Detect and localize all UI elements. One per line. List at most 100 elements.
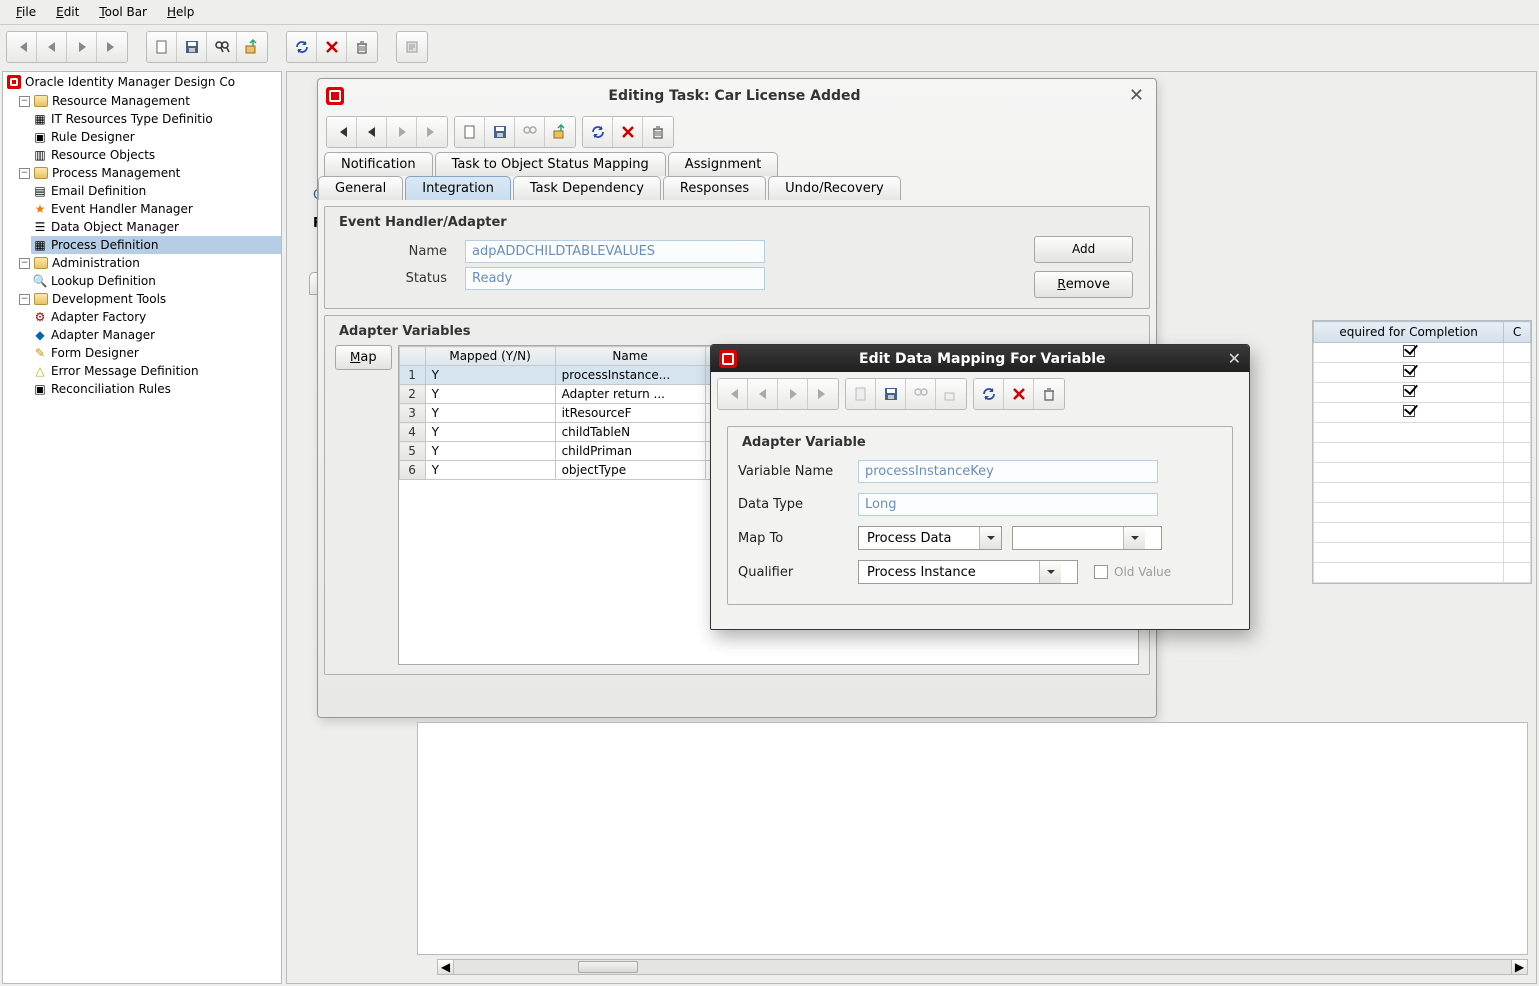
expander-icon[interactable]: − <box>19 258 30 269</box>
map-to-combo-2[interactable] <box>1012 526 1162 550</box>
col-name[interactable]: Name <box>555 347 705 366</box>
tab-notification[interactable]: Notification <box>324 152 433 176</box>
new-button[interactable] <box>147 32 177 62</box>
nav-next-button[interactable] <box>67 32 97 62</box>
notes-button[interactable] <box>397 32 427 62</box>
nav-tree[interactable]: Oracle Identity Manager Design Co −Resou… <box>2 71 282 984</box>
expander-icon[interactable]: − <box>19 168 30 179</box>
nav-last-button[interactable] <box>808 379 838 409</box>
qualifier-combo[interactable]: Process Instance <box>858 560 1078 584</box>
scroll-left-icon[interactable]: ◀ <box>438 960 454 974</box>
chevron-down-icon[interactable] <box>979 527 1001 549</box>
scroll-thumb[interactable] <box>578 961 638 973</box>
trash-button[interactable] <box>643 117 673 147</box>
new-button[interactable] <box>846 379 876 409</box>
refresh-button[interactable] <box>583 117 613 147</box>
map-button[interactable]: Map <box>335 345 392 370</box>
menu-bar[interactable]: FFileile Edit Tool Bar Help <box>0 0 1539 25</box>
find-button[interactable] <box>207 32 237 62</box>
node-adapter-manager[interactable]: Adapter Manager <box>51 328 155 342</box>
menu-file[interactable]: FFileile <box>6 2 46 22</box>
nav-prev-button[interactable] <box>37 32 67 62</box>
trash-button[interactable] <box>347 32 377 62</box>
horizontal-scrollbar[interactable]: ◀ ▶ <box>437 959 1528 975</box>
tab-task-object-status[interactable]: Task to Object Status Mapping <box>435 152 666 176</box>
nav-last-button[interactable] <box>97 32 127 62</box>
col-c[interactable]: C <box>1504 322 1531 343</box>
tab-responses[interactable]: Responses <box>663 176 766 200</box>
nav-first-button[interactable] <box>718 379 748 409</box>
refresh-button[interactable] <box>287 32 317 62</box>
node-it-resources[interactable]: IT Resources Type Definitio <box>51 112 213 126</box>
checkbox-checked-icon[interactable] <box>1403 405 1415 417</box>
map-to-combo[interactable]: Process Data <box>858 526 1002 550</box>
delete-button[interactable] <box>1004 379 1034 409</box>
export-button[interactable] <box>237 32 267 62</box>
scroll-right-icon[interactable]: ▶ <box>1511 960 1527 974</box>
checkbox-checked-icon[interactable] <box>1403 345 1415 357</box>
find-button[interactable] <box>515 117 545 147</box>
data-type-input[interactable] <box>858 493 1158 516</box>
expander-icon[interactable]: − <box>19 294 30 305</box>
trash-button[interactable] <box>1034 379 1064 409</box>
chevron-down-icon[interactable] <box>1123 527 1145 549</box>
node-form-designer[interactable]: Form Designer <box>51 346 139 360</box>
export-button[interactable] <box>545 117 575 147</box>
nav-next-button[interactable] <box>778 379 808 409</box>
expander-icon[interactable]: − <box>19 96 30 107</box>
save-button[interactable] <box>876 379 906 409</box>
save-button[interactable] <box>177 32 207 62</box>
refresh-button[interactable] <box>974 379 1004 409</box>
nav-first-button[interactable] <box>7 32 37 62</box>
nav-prev-button[interactable] <box>357 117 387 147</box>
tab-general[interactable]: General <box>318 176 403 200</box>
menu-edit[interactable]: Edit <box>46 2 89 22</box>
dialog-titlebar[interactable]: Edit Data Mapping For Variable ✕ <box>711 345 1249 372</box>
tab-task-dependency[interactable]: Task Dependency <box>513 176 661 200</box>
tab-undo-recovery[interactable]: Undo/Recovery <box>768 176 901 200</box>
tab-integration[interactable]: Integration <box>405 176 511 200</box>
adapter-status-input[interactable] <box>465 267 765 290</box>
new-button[interactable] <box>455 117 485 147</box>
node-rule-designer[interactable]: Rule Designer <box>51 130 135 144</box>
delete-button[interactable] <box>613 117 643 147</box>
node-process-management[interactable]: Process Management <box>52 166 180 180</box>
node-lookup-definition[interactable]: Lookup Definition <box>51 274 156 288</box>
checkbox-checked-icon[interactable] <box>1403 385 1415 397</box>
node-process-definition[interactable]: Process Definition <box>51 238 158 252</box>
col-mapped[interactable]: Mapped (Y/N) <box>425 347 555 366</box>
nav-next-button[interactable] <box>387 117 417 147</box>
find-button[interactable] <box>906 379 936 409</box>
menu-toolbar[interactable]: Tool Bar <box>89 2 157 22</box>
adapter-name-input[interactable] <box>465 240 765 263</box>
old-value-checkbox[interactable] <box>1094 565 1108 579</box>
tab-assignment[interactable]: Assignment <box>668 152 779 176</box>
checkbox-checked-icon[interactable] <box>1403 365 1415 377</box>
nav-prev-button[interactable] <box>748 379 778 409</box>
save-button[interactable] <box>485 117 515 147</box>
node-email-definition[interactable]: Email Definition <box>51 184 146 198</box>
node-reconciliation[interactable]: Reconciliation Rules <box>51 382 171 396</box>
node-resource-objects[interactable]: Resource Objects <box>51 148 155 162</box>
node-dev-tools[interactable]: Development Tools <box>52 292 166 306</box>
grid-icon: ▦ <box>33 112 47 126</box>
delete-button[interactable] <box>317 32 347 62</box>
variable-name-input[interactable] <box>858 460 1158 483</box>
node-event-handler[interactable]: Event Handler Manager <box>51 202 193 216</box>
dialog-close-button[interactable]: ✕ <box>1228 349 1241 368</box>
window-titlebar[interactable]: Editing Task: Car License Added ✕ <box>318 79 1156 112</box>
node-error-message[interactable]: Error Message Definition <box>51 364 199 378</box>
remove-adapter-button[interactable]: Remove <box>1034 271 1133 298</box>
export-button[interactable] <box>936 379 966 409</box>
menu-help[interactable]: Help <box>157 2 204 22</box>
node-adapter-factory[interactable]: Adapter Factory <box>51 310 146 324</box>
close-button[interactable]: ✕ <box>1125 85 1148 106</box>
node-resource-management[interactable]: Resource Management <box>52 94 190 108</box>
add-adapter-button[interactable]: Add <box>1034 236 1133 263</box>
col-required[interactable]: equired for Completion <box>1314 322 1504 343</box>
chevron-down-icon[interactable] <box>1039 561 1061 583</box>
node-administration[interactable]: Administration <box>52 256 140 270</box>
nav-first-button[interactable] <box>327 117 357 147</box>
node-data-object[interactable]: Data Object Manager <box>51 220 179 234</box>
nav-last-button[interactable] <box>417 117 447 147</box>
